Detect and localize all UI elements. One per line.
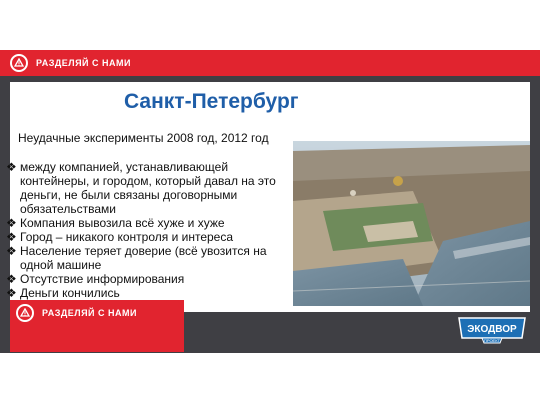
list-item: ❖ между компанией, устанавливающей контей… (6, 160, 276, 216)
list-item: ❖ Город – никакого контроля и интереса (6, 230, 234, 244)
bullet-icon: ❖ (6, 272, 17, 286)
bullet-icon: ❖ (6, 216, 17, 230)
logo-name: ЭКОДВОР (467, 324, 517, 335)
brand-tagline: РАЗДЕЛЯЙ С НАМИ (42, 308, 137, 318)
bullet-icon: ❖ (6, 244, 17, 258)
list-item: ❖ Население теряет доверие (всё увозится … (6, 244, 267, 272)
logo-sub: ПРОЕКТ (484, 338, 501, 343)
recycle-warning-icon (10, 54, 28, 72)
slide-title: Санкт-Петербург (124, 90, 299, 113)
list-item: ❖ Деньги кончились (6, 286, 120, 300)
recycle-warning-icon (16, 304, 34, 322)
brand-footer: РАЗДЕЛЯЙ С НАМИ (16, 304, 137, 322)
bullet-list: ❖ между компанией, устанавливающей контей… (6, 160, 288, 300)
ekodvor-logo: ЭКОДВОР ПРОЕКТ (456, 316, 528, 344)
list-item: ❖ Компания вывозила всё хуже и хуже (6, 216, 225, 230)
bullet-icon: ❖ (6, 160, 17, 174)
bullet-icon: ❖ (6, 286, 17, 300)
list-item: ❖ Отсутствие информирования (6, 272, 185, 286)
aerial-city-photo (293, 141, 530, 306)
bullet-icon: ❖ (6, 230, 17, 244)
slide-subtitle: Неудачные эксперименты 2008 год, 2012 го… (18, 131, 269, 145)
brand-tagline: РАЗДЕЛЯЙ С НАМИ (36, 58, 131, 68)
brand-header: РАЗДЕЛЯЙ С НАМИ (10, 54, 131, 72)
